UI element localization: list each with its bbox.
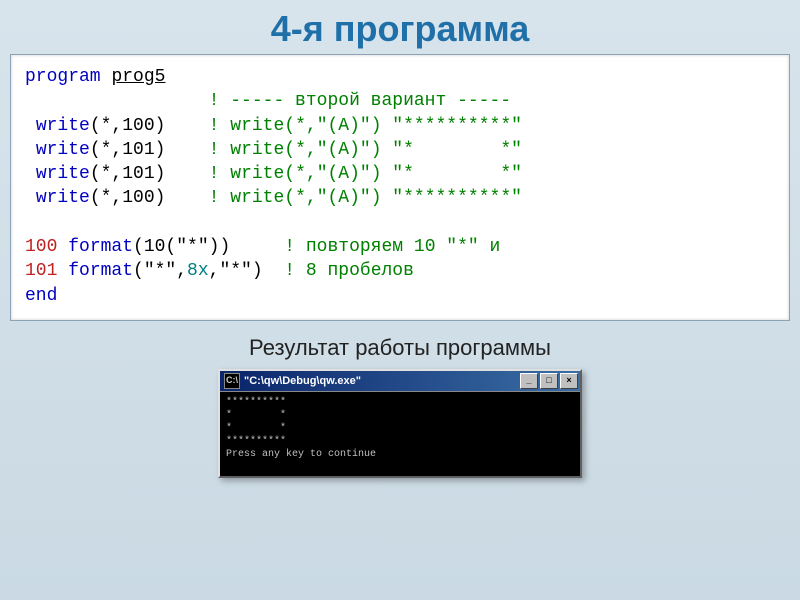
kw-format: format	[68, 261, 133, 281]
titlebar-buttons: _ □ ×	[520, 373, 578, 389]
format-args1: ("*",	[133, 261, 187, 281]
label-101: 101	[25, 261, 57, 281]
format-args: (10("*"))	[133, 237, 230, 257]
kw-end: end	[25, 286, 57, 306]
comment: ! повторяем 10 "*" и	[284, 237, 500, 257]
slide: 4-я программа program prog5 ! ----- втор…	[0, 0, 800, 600]
out-line: * *	[226, 423, 286, 434]
prog-name: prog5	[111, 67, 165, 87]
comment-variant: ! ----- второй вариант -----	[209, 91, 511, 111]
out-line: * *	[226, 410, 286, 421]
label-100: 100	[25, 237, 57, 257]
x8: 8x	[187, 261, 209, 281]
result-subtitle: Результат работы программы	[0, 335, 800, 361]
write-args: (*,101)	[90, 140, 166, 160]
console-body: ********** * * * * ********** Press any …	[220, 391, 580, 476]
comment: ! write(*,"(A)") "* *"	[209, 164, 522, 184]
minimize-button[interactable]: _	[520, 373, 538, 389]
comment: ! write(*,"(A)") "**********"	[209, 188, 522, 208]
write-args: (*,100)	[90, 116, 166, 136]
out-line: **********	[226, 397, 286, 408]
code-block: program prog5 ! ----- второй вариант ---…	[10, 54, 790, 321]
comment: ! 8 пробелов	[284, 261, 414, 281]
page-title: 4-я программа	[0, 8, 800, 50]
comment: ! write(*,"(A)") "* *"	[209, 140, 522, 160]
out-line: Press any key to continue	[226, 449, 376, 460]
kw-format: format	[68, 237, 133, 257]
kw-write: write	[36, 164, 90, 184]
close-button[interactable]: ×	[560, 373, 578, 389]
console-window: C:\ "C:\qw\Debug\qw.exe" _ □ × *********…	[218, 369, 582, 478]
title-region: 4-я программа	[0, 0, 800, 54]
comment: ! write(*,"(A)") "**********"	[209, 116, 522, 136]
write-args: (*,101)	[90, 164, 166, 184]
kw-program: program	[25, 67, 101, 87]
titlebar-text: "C:\qw\Debug\qw.exe"	[244, 375, 520, 387]
kw-write: write	[36, 116, 90, 136]
console-icon: C:\	[224, 373, 240, 389]
kw-write: write	[36, 140, 90, 160]
titlebar: C:\ "C:\qw\Debug\qw.exe" _ □ ×	[220, 371, 580, 391]
write-args: (*,100)	[90, 188, 166, 208]
format-args2: ,"*")	[209, 261, 263, 281]
out-line: **********	[226, 436, 286, 447]
maximize-button[interactable]: □	[540, 373, 558, 389]
kw-write: write	[36, 188, 90, 208]
